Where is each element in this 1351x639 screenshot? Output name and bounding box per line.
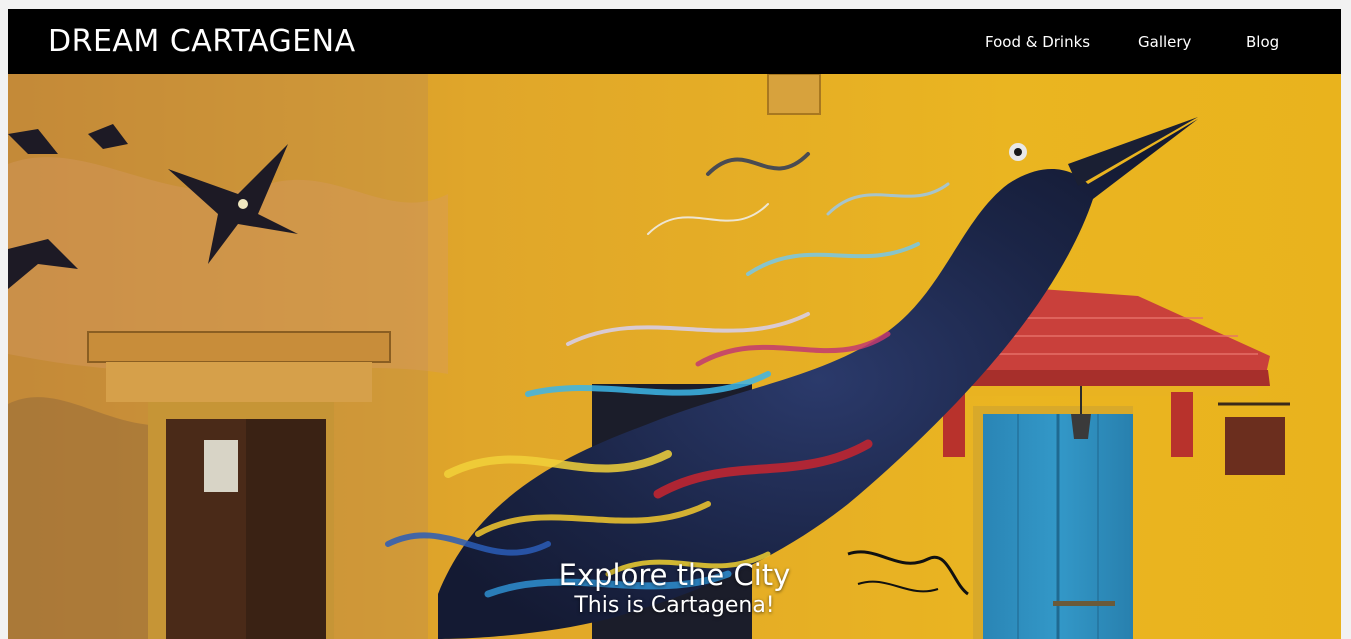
hero-title: Explore the City (558, 558, 791, 592)
page-frame: DREAM CARTAGENA Food & Drinks Gallery Bl… (8, 9, 1341, 639)
nav-link-blog[interactable]: Blog (1246, 33, 1279, 51)
nav-link-food-drinks[interactable]: Food & Drinks (985, 33, 1090, 51)
hero-mural-image (8, 74, 1341, 639)
hero-banner: Explore the City This is Cartagena! (8, 74, 1341, 639)
hero-subtitle: This is Cartagena! (574, 593, 775, 618)
nav-link-gallery[interactable]: Gallery (1138, 33, 1191, 51)
top-navbar: DREAM CARTAGENA Food & Drinks Gallery Bl… (8, 9, 1341, 74)
door-poster (204, 440, 238, 492)
site-brand-link[interactable]: DREAM CARTAGENA (48, 23, 356, 61)
